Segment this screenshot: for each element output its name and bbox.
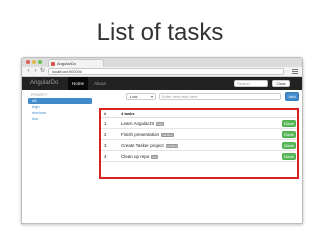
- task-text: Clean up repo low: [121, 151, 158, 162]
- table-row: 2 Finish presentation medium Done: [99, 129, 299, 140]
- nav-link-home[interactable]: Home: [68, 77, 89, 90]
- done-button[interactable]: Done: [282, 120, 296, 127]
- browser-tab[interactable]: AngularDo: [48, 59, 104, 67]
- task-label: Clean up repo: [121, 154, 150, 159]
- priority-badge: medium: [165, 143, 179, 148]
- header-number: #: [104, 111, 107, 116]
- row-number: 1: [104, 121, 107, 126]
- task-label: Finish presentation: [121, 132, 160, 137]
- browser-tab-title: AngularDo: [57, 61, 76, 66]
- add-task-bar: Low ▾ Enter new task here Add: [99, 92, 299, 102]
- sidebar-item-low[interactable]: low: [28, 116, 92, 122]
- row-number: 2: [104, 132, 107, 137]
- close-window-icon[interactable]: [26, 60, 30, 64]
- search-input[interactable]: Search: [234, 80, 268, 87]
- table-row: 3 Create Tasker project medium Done: [99, 140, 299, 151]
- task-label: Create Tasker project: [121, 143, 164, 148]
- table-row: 1 Learn AngularJS high Done: [99, 118, 299, 129]
- slide-title: List of tasks: [96, 19, 224, 46]
- browser-toolbar: ‹ › ↻ localhost:9000/#/: [22, 67, 302, 77]
- priority-badge: low: [151, 154, 158, 159]
- browser-window: AngularDo ‹ › ↻ localhost:9000/#/ Angula…: [21, 57, 303, 224]
- done-button[interactable]: Done: [282, 131, 296, 138]
- priority-sidebar: PRIORITY All high medium low: [28, 93, 92, 122]
- browser-menu-icon[interactable]: [292, 69, 298, 74]
- address-bar[interactable]: localhost:9000/#/: [48, 68, 284, 75]
- header-task-count: 4 tasks: [121, 111, 135, 116]
- task-text: Learn AngularJS high: [121, 118, 164, 129]
- row-number: 3: [104, 143, 107, 148]
- favicon-icon: [51, 62, 55, 66]
- maximize-window-icon[interactable]: [38, 60, 42, 64]
- new-task-input[interactable]: Enter new task here: [159, 93, 281, 100]
- priority-badge: high: [156, 121, 164, 126]
- table-row: 4 Clean up repo low Done: [99, 151, 299, 162]
- back-icon[interactable]: ‹: [25, 68, 32, 75]
- task-label: Learn AngularJS: [121, 121, 155, 126]
- app-navbar: AngularDo Home About Search Clear: [22, 77, 302, 90]
- task-text: Finish presentation medium: [121, 129, 174, 140]
- minimize-window-icon[interactable]: [32, 60, 36, 64]
- chevron-down-icon: ▾: [150, 94, 153, 99]
- forward-icon[interactable]: ›: [32, 68, 39, 75]
- priority-badge: medium: [161, 132, 174, 137]
- app-content: PRIORITY All high medium low Low ▾ Enter…: [22, 90, 302, 223]
- row-number: 4: [104, 154, 107, 159]
- tasks-table: # 4 tasks 1 Learn AngularJS high Done 2 F…: [99, 110, 299, 162]
- nav-link-about[interactable]: About: [90, 77, 110, 90]
- add-task-button[interactable]: Add: [285, 92, 299, 101]
- table-header: # 4 tasks: [99, 110, 299, 118]
- main-panel: Low ▾ Enter new task here Add # 4 tasks …: [99, 90, 299, 223]
- tab-strip: AngularDo: [22, 58, 302, 67]
- priority-select[interactable]: Low ▾: [126, 93, 156, 100]
- app-brand[interactable]: AngularDo: [30, 77, 58, 90]
- priority-select-value: Low: [130, 94, 138, 99]
- reload-icon[interactable]: ↻: [39, 68, 46, 75]
- done-button[interactable]: Done: [282, 153, 296, 160]
- clear-button[interactable]: Clear: [272, 80, 290, 87]
- task-text: Create Tasker project medium: [121, 140, 179, 151]
- done-button[interactable]: Done: [282, 142, 296, 149]
